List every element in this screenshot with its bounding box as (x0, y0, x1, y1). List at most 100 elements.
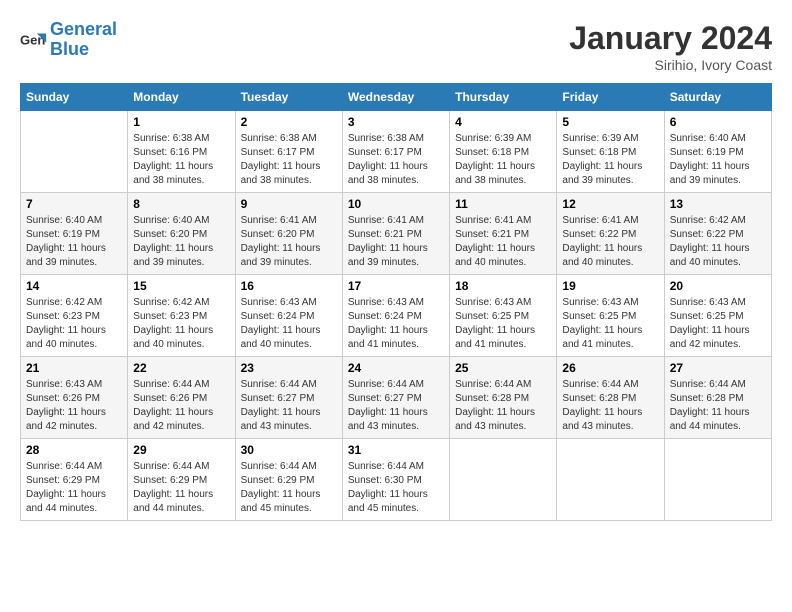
day-info: Sunrise: 6:39 AM Sunset: 6:18 PM Dayligh… (455, 132, 551, 188)
calendar-cell: 31 Sunrise: 6:44 AM Sunset: 6:30 PM Dayli… (342, 439, 449, 521)
day-info: Sunrise: 6:44 AM Sunset: 6:29 PM Dayligh… (241, 460, 337, 516)
day-number: 10 (348, 197, 444, 211)
day-info: Sunrise: 6:44 AM Sunset: 6:28 PM Dayligh… (670, 378, 766, 434)
day-number: 17 (348, 279, 444, 293)
calendar-body: 1 Sunrise: 6:38 AM Sunset: 6:16 PM Daylig… (21, 111, 772, 521)
day-number: 23 (241, 361, 337, 375)
calendar-cell: 17 Sunrise: 6:43 AM Sunset: 6:24 PM Dayli… (342, 275, 449, 357)
calendar-cell: 21Sunrise: 6:43 AM Sunset: 6:26 PM Dayli… (21, 357, 128, 439)
day-number: 16 (241, 279, 337, 293)
day-number: 9 (241, 197, 337, 211)
calendar-cell: 6Sunrise: 6:40 AM Sunset: 6:19 PM Daylig… (664, 111, 771, 193)
month-title: January 2024 (569, 20, 772, 57)
day-info: Sunrise: 6:44 AM Sunset: 6:29 PM Dayligh… (26, 460, 122, 516)
day-number: 4 (455, 115, 551, 129)
day-info: Sunrise: 6:42 AM Sunset: 6:23 PM Dayligh… (133, 296, 229, 352)
calendar-cell: 22 Sunrise: 6:44 AM Sunset: 6:26 PM Dayli… (128, 357, 235, 439)
day-info: Sunrise: 6:40 AM Sunset: 6:20 PM Dayligh… (133, 214, 229, 270)
calendar-cell: 1 Sunrise: 6:38 AM Sunset: 6:16 PM Daylig… (128, 111, 235, 193)
day-number: 26 (562, 361, 658, 375)
calendar-cell: 10 Sunrise: 6:41 AM Sunset: 6:21 PM Dayli… (342, 193, 449, 275)
calendar-cell: 27 Sunrise: 6:44 AM Sunset: 6:28 PM Dayli… (664, 357, 771, 439)
calendar-cell: 2Sunrise: 6:38 AM Sunset: 6:17 PM Daylig… (235, 111, 342, 193)
calendar-cell: 16 Sunrise: 6:43 AM Sunset: 6:24 PM Dayli… (235, 275, 342, 357)
calendar-cell: 20Sunrise: 6:43 AM Sunset: 6:25 PM Dayli… (664, 275, 771, 357)
day-number: 30 (241, 443, 337, 457)
day-info: Sunrise: 6:44 AM Sunset: 6:28 PM Dayligh… (455, 378, 551, 434)
day-info: Sunrise: 6:44 AM Sunset: 6:29 PM Dayligh… (133, 460, 229, 516)
day-number: 11 (455, 197, 551, 211)
calendar-header: SundayMondayTuesdayWednesdayThursdayFrid… (21, 84, 772, 111)
calendar-cell: 15Sunrise: 6:42 AM Sunset: 6:23 PM Dayli… (128, 275, 235, 357)
location: Sirihio, Ivory Coast (569, 57, 772, 73)
day-info: Sunrise: 6:43 AM Sunset: 6:24 PM Dayligh… (348, 296, 444, 352)
calendar-cell: 4 Sunrise: 6:39 AM Sunset: 6:18 PM Daylig… (450, 111, 557, 193)
logo-line1: General (50, 19, 117, 39)
day-number: 24 (348, 361, 444, 375)
calendar-cell: 8 Sunrise: 6:40 AM Sunset: 6:20 PM Daylig… (128, 193, 235, 275)
day-info: Sunrise: 6:44 AM Sunset: 6:30 PM Dayligh… (348, 460, 444, 516)
day-number: 18 (455, 279, 551, 293)
calendar-cell: 7Sunrise: 6:40 AM Sunset: 6:19 PM Daylig… (21, 193, 128, 275)
day-info: Sunrise: 6:43 AM Sunset: 6:24 PM Dayligh… (241, 296, 337, 352)
calendar-cell (21, 111, 128, 193)
calendar-cell: 24Sunrise: 6:44 AM Sunset: 6:27 PM Dayli… (342, 357, 449, 439)
title-block: January 2024 Sirihio, Ivory Coast (569, 20, 772, 73)
header-cell-wednesday: Wednesday (342, 84, 449, 111)
calendar-cell (450, 439, 557, 521)
calendar-cell: 28 Sunrise: 6:44 AM Sunset: 6:29 PM Dayli… (21, 439, 128, 521)
week-row-3: 21Sunrise: 6:43 AM Sunset: 6:26 PM Dayli… (21, 357, 772, 439)
day-number: 21 (26, 361, 122, 375)
calendar-cell (664, 439, 771, 521)
day-info: Sunrise: 6:44 AM Sunset: 6:26 PM Dayligh… (133, 378, 229, 434)
week-row-0: 1 Sunrise: 6:38 AM Sunset: 6:16 PM Daylig… (21, 111, 772, 193)
day-number: 25 (455, 361, 551, 375)
calendar-cell: 25 Sunrise: 6:44 AM Sunset: 6:28 PM Dayli… (450, 357, 557, 439)
header-row: SundayMondayTuesdayWednesdayThursdayFrid… (21, 84, 772, 111)
day-number: 31 (348, 443, 444, 457)
day-info: Sunrise: 6:41 AM Sunset: 6:21 PM Dayligh… (348, 214, 444, 270)
calendar-cell: 11 Sunrise: 6:41 AM Sunset: 6:21 PM Dayli… (450, 193, 557, 275)
logo-icon: Gen (20, 26, 48, 54)
logo-text: General Blue (50, 20, 117, 60)
calendar-cell: 18Sunrise: 6:43 AM Sunset: 6:25 PM Dayli… (450, 275, 557, 357)
page-header: Gen General Blue January 2024 Sirihio, I… (20, 20, 772, 73)
day-info: Sunrise: 6:38 AM Sunset: 6:17 PM Dayligh… (348, 132, 444, 188)
day-info: Sunrise: 6:40 AM Sunset: 6:19 PM Dayligh… (670, 132, 766, 188)
day-number: 29 (133, 443, 229, 457)
calendar-cell: 13 Sunrise: 6:42 AM Sunset: 6:22 PM Dayli… (664, 193, 771, 275)
day-number: 20 (670, 279, 766, 293)
calendar-cell: 23 Sunrise: 6:44 AM Sunset: 6:27 PM Dayli… (235, 357, 342, 439)
calendar-cell: 3 Sunrise: 6:38 AM Sunset: 6:17 PM Daylig… (342, 111, 449, 193)
calendar-cell: 30 Sunrise: 6:44 AM Sunset: 6:29 PM Dayli… (235, 439, 342, 521)
day-number: 3 (348, 115, 444, 129)
logo: Gen General Blue (20, 20, 117, 60)
calendar-cell: 12Sunrise: 6:41 AM Sunset: 6:22 PM Dayli… (557, 193, 664, 275)
calendar-cell: 14 Sunrise: 6:42 AM Sunset: 6:23 PM Dayli… (21, 275, 128, 357)
calendar-cell: 26 Sunrise: 6:44 AM Sunset: 6:28 PM Dayli… (557, 357, 664, 439)
week-row-1: 7Sunrise: 6:40 AM Sunset: 6:19 PM Daylig… (21, 193, 772, 275)
header-cell-friday: Friday (557, 84, 664, 111)
day-number: 5 (562, 115, 658, 129)
day-info: Sunrise: 6:41 AM Sunset: 6:22 PM Dayligh… (562, 214, 658, 270)
day-number: 22 (133, 361, 229, 375)
day-info: Sunrise: 6:38 AM Sunset: 6:17 PM Dayligh… (241, 132, 337, 188)
header-cell-saturday: Saturday (664, 84, 771, 111)
day-info: Sunrise: 6:44 AM Sunset: 6:28 PM Dayligh… (562, 378, 658, 434)
calendar-cell: 9Sunrise: 6:41 AM Sunset: 6:20 PM Daylig… (235, 193, 342, 275)
day-info: Sunrise: 6:42 AM Sunset: 6:23 PM Dayligh… (26, 296, 122, 352)
day-info: Sunrise: 6:41 AM Sunset: 6:21 PM Dayligh… (455, 214, 551, 270)
day-number: 13 (670, 197, 766, 211)
day-number: 7 (26, 197, 122, 211)
day-info: Sunrise: 6:38 AM Sunset: 6:16 PM Dayligh… (133, 132, 229, 188)
day-number: 1 (133, 115, 229, 129)
week-row-4: 28 Sunrise: 6:44 AM Sunset: 6:29 PM Dayli… (21, 439, 772, 521)
logo-line2: Blue (50, 40, 117, 60)
day-number: 8 (133, 197, 229, 211)
day-info: Sunrise: 6:39 AM Sunset: 6:18 PM Dayligh… (562, 132, 658, 188)
day-info: Sunrise: 6:44 AM Sunset: 6:27 PM Dayligh… (241, 378, 337, 434)
day-info: Sunrise: 6:42 AM Sunset: 6:22 PM Dayligh… (670, 214, 766, 270)
day-number: 14 (26, 279, 122, 293)
day-number: 28 (26, 443, 122, 457)
day-number: 27 (670, 361, 766, 375)
